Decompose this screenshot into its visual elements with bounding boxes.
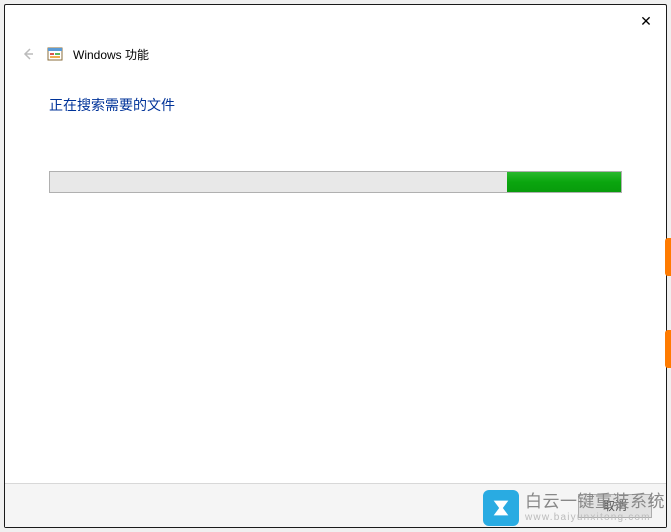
progress-fill (507, 172, 621, 192)
back-button (19, 45, 37, 63)
side-accent (665, 330, 671, 368)
side-accent (665, 238, 671, 276)
app-icon (47, 46, 63, 62)
dialog-window: ✕ Windows 功能 正在搜索需要的文件 取消 (4, 4, 667, 528)
content-area: 正在搜索需要的文件 (5, 63, 666, 483)
progress-bar (49, 171, 622, 193)
footer-bar: 取消 (5, 483, 666, 527)
cancel-button[interactable]: 取消 (578, 494, 652, 518)
titlebar: ✕ (5, 5, 666, 37)
status-text: 正在搜索需要的文件 (49, 95, 622, 115)
close-icon: ✕ (640, 13, 652, 30)
back-arrow-icon (20, 46, 36, 62)
header-row: Windows 功能 (5, 37, 666, 63)
close-button[interactable]: ✕ (636, 11, 656, 31)
window-title: Windows 功能 (73, 46, 149, 63)
